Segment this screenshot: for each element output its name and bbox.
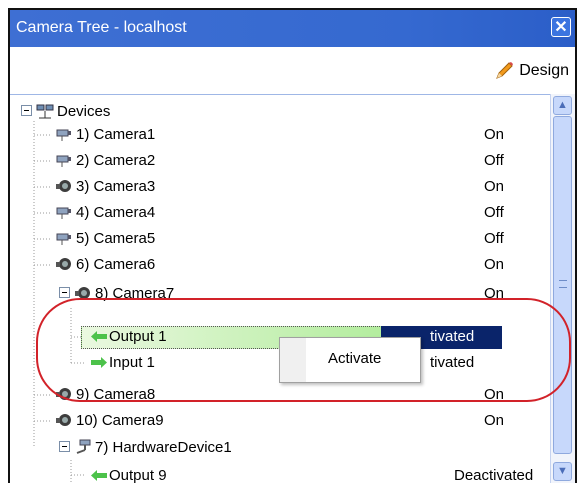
- window-title: Camera Tree - localhost: [16, 19, 187, 36]
- tree-item-label: 4) Camera4: [76, 204, 156, 221]
- camera-box-icon: [56, 207, 71, 219]
- ptz-camera-icon: [76, 439, 91, 454]
- camera-tree-window: Camera Tree - localhost ✕ Design Devices…: [8, 8, 577, 483]
- tree-item-hardwaredevice1[interactable]: 7) HardwareDevice1: [10, 435, 551, 461]
- tree-item-camera6[interactable]: 6) Camera6 On: [10, 252, 551, 278]
- camera-box-icon: [56, 233, 71, 245]
- tree-item-status: Off: [484, 230, 504, 247]
- tree-item-status: On: [484, 412, 505, 429]
- scroll-grip-icon: [559, 280, 567, 288]
- tree-item-camera7[interactable]: 8) Camera7 On: [10, 281, 551, 307]
- tree-item-camera5[interactable]: 5) Camera5 Off: [10, 226, 551, 252]
- dome-camera-icon: [56, 258, 71, 270]
- tree-item-status: Off: [484, 204, 504, 221]
- tree-item-status: On: [484, 285, 505, 302]
- collapse-icon[interactable]: [59, 287, 70, 298]
- green-arrow-left-icon: [91, 470, 107, 481]
- collapse-icon[interactable]: [21, 105, 32, 116]
- tree-root-label: Devices: [57, 103, 111, 120]
- camera-box-icon: [56, 155, 71, 167]
- design-button[interactable]: Design: [493, 60, 569, 82]
- dome-camera-icon: [56, 388, 71, 400]
- dome-camera-icon: [56, 180, 71, 192]
- scroll-thumb[interactable]: [553, 116, 572, 454]
- dome-camera-icon: [75, 287, 90, 299]
- tree-item-camera3[interactable]: 3) Camera3 On: [10, 174, 551, 200]
- context-menu-item-activate[interactable]: Activate: [328, 350, 381, 367]
- design-label: Design: [519, 62, 569, 79]
- toolbar: Design: [10, 47, 575, 95]
- dome-camera-icon: [56, 414, 71, 426]
- pencil-icon: [496, 62, 514, 79]
- tree-item-label: 1) Camera1: [76, 126, 156, 143]
- tree-item-label: 10) Camera9: [76, 412, 164, 429]
- scroll-down-button[interactable]: ▼: [553, 462, 572, 481]
- context-menu-icon-strip: [280, 338, 306, 382]
- tree-item-camera9[interactable]: 10) Camera9 On: [10, 408, 551, 434]
- tree-item-status: On: [484, 126, 505, 143]
- vertical-scrollbar[interactable]: ▲ ▼: [550, 94, 575, 483]
- context-menu: Activate: [279, 337, 421, 383]
- tree-item-status: On: [484, 256, 505, 273]
- tree-item-label: Output 9: [109, 467, 167, 483]
- tree-item-label: 7) HardwareDevice1: [95, 439, 232, 456]
- tree-item-camera2[interactable]: 2) Camera2 Off: [10, 148, 551, 174]
- tree-item-status: On: [484, 386, 505, 403]
- tree-item-camera8[interactable]: 9) Camera8 On: [10, 382, 551, 408]
- tree-item-status: On: [484, 178, 505, 195]
- network-devices-icon: [36, 104, 54, 119]
- tree-item-label: 6) Camera6: [76, 256, 156, 273]
- tree-item-label: Input 1: [109, 354, 155, 371]
- tree-item-label: Output 1: [109, 328, 167, 345]
- tree-item-status: Deactivated: [454, 467, 534, 483]
- tree-item-label: 8) Camera7: [95, 285, 175, 302]
- tree-item-label: 9) Camera8: [76, 386, 156, 403]
- tree-item-camera1[interactable]: 1) Camera1 On: [10, 122, 551, 148]
- title-bar: Camera Tree - localhost ✕: [10, 10, 575, 47]
- camera-box-icon: [56, 129, 71, 141]
- tree-item-status: Off: [484, 152, 504, 169]
- tree-item-camera4[interactable]: 4) Camera4 Off: [10, 200, 551, 226]
- tree-item-label: 5) Camera5: [76, 230, 156, 247]
- tree-item-status: tivated: [430, 354, 475, 371]
- green-arrow-left-icon: [91, 331, 107, 342]
- tree-item-label: 3) Camera3: [76, 178, 156, 195]
- tree-item-status: tivated: [430, 328, 475, 345]
- scroll-up-button[interactable]: ▲: [553, 96, 572, 115]
- collapse-icon[interactable]: [59, 441, 70, 452]
- device-tree: Devices 1) Camera1 On 2) Camera2 Off 3) …: [10, 94, 551, 483]
- green-arrow-right-icon: [91, 357, 107, 368]
- tree-item-output9[interactable]: Output 9 Deactivated: [10, 463, 551, 483]
- tree-item-label: 2) Camera2: [76, 152, 156, 169]
- close-button[interactable]: ✕: [551, 17, 571, 37]
